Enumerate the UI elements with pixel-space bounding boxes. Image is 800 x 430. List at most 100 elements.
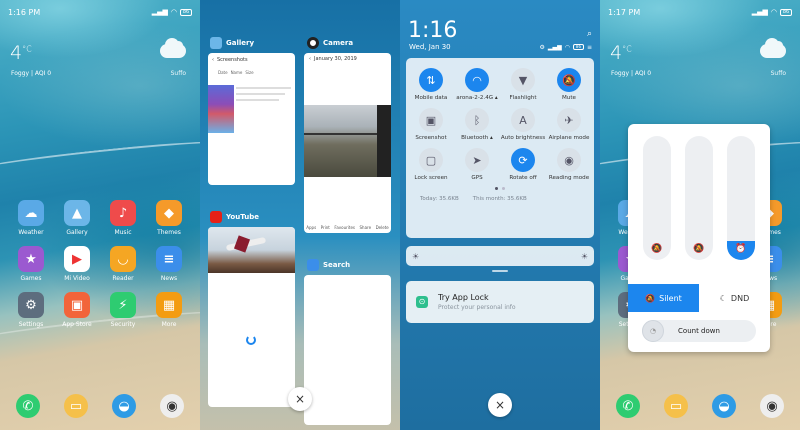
browser-icon[interactable]: ◒	[712, 394, 736, 418]
close-panel-button[interactable]: ×	[488, 393, 512, 417]
gallery-screen-title: Screenshots	[217, 57, 248, 63]
app-mi-video[interactable]: ▶ Mi Video	[54, 246, 100, 282]
photo-preview[interactable]	[304, 105, 391, 177]
clear-all-button[interactable]: ×	[288, 387, 312, 411]
gallery-sort-tab[interactable]: Size	[245, 70, 253, 75]
toggle-label: Auto brightness	[500, 135, 546, 141]
toggle-gps[interactable]: ➤ GPS	[454, 148, 500, 181]
toggle-bluetooth[interactable]: ᛒ Bluetooth ▴	[454, 108, 500, 141]
brightness-low-icon: ☀	[412, 251, 420, 261]
gallery-sort-tab[interactable]: Name	[231, 70, 243, 75]
battery-icon: 86	[780, 8, 792, 16]
app-security[interactable]: ⚡ Security	[100, 292, 146, 328]
app-store-icon: ▣	[64, 292, 90, 318]
toggle-label: Screenshot	[415, 135, 447, 141]
mi-video-icon: ▶	[64, 246, 90, 272]
gps-icon: ➤	[465, 148, 489, 172]
camera-action-tab[interactable]: Favourites	[334, 225, 355, 230]
toggle-label: GPS	[471, 175, 483, 181]
browser-icon[interactable]: ◒	[112, 394, 136, 418]
signal-icon: ▂▄▆	[751, 8, 768, 16]
search-card[interactable]	[304, 275, 391, 425]
app-gallery[interactable]: ▲ Gallery	[54, 200, 100, 236]
app-label: News	[160, 275, 178, 282]
gallery-sort-tab[interactable]: Date	[218, 70, 228, 75]
app-reader[interactable]: ◡ Reader	[100, 246, 146, 282]
app-more[interactable]: ▦ More	[146, 292, 192, 328]
home-screen-panel: 1:16 PM ▂▄▆ ◠ 86 4°C Foggy | AQI 0 Suffo ☁…	[0, 0, 200, 430]
toggle-mobile-data[interactable]: ⇅ Mobile data	[408, 68, 454, 101]
ring-volume-slider[interactable]: 🔕	[643, 136, 671, 260]
media-volume-slider[interactable]: 🔕	[685, 136, 713, 260]
camera-action-tab[interactable]: Share	[360, 225, 372, 230]
cloud-icon	[760, 38, 786, 58]
silent-button[interactable]: 🔕 Silent	[628, 284, 699, 312]
toggle-label: Lock screen	[414, 175, 448, 181]
phone-icon[interactable]: ✆	[16, 394, 40, 418]
youtube-card[interactable]	[208, 227, 295, 407]
qs-status-icons: ⚙ ▂▄▆ ◠ 86 ≡	[539, 44, 592, 51]
toggle-lock-screen[interactable]: ▢ Lock screen	[408, 148, 454, 181]
data-usage-row: Today: 35.6KB This month: 35.6KB	[406, 190, 594, 208]
toggle-label: arona-2-2.4G ▴	[456, 95, 498, 101]
toggle-auto-brightness[interactable]: A Auto brightness	[500, 108, 546, 141]
app-settings[interactable]: ⚙ Settings	[8, 292, 54, 328]
usage-month: This month: 35.6KB	[472, 196, 527, 202]
mute-icon: 🔕	[557, 68, 581, 92]
gallery-card[interactable]: ‹ Screenshots Date Name Size	[208, 53, 295, 185]
toggle-label: Flashlight	[509, 95, 537, 101]
app-music[interactable]: ♪ Music	[100, 200, 146, 236]
settings-icon: ⚙	[18, 292, 44, 318]
screenshot-thumbnail[interactable]	[208, 85, 234, 133]
video-thumbnail[interactable]	[208, 227, 295, 273]
app-weather[interactable]: ☁ Weather	[8, 200, 54, 236]
countdown-slider[interactable]: ◔ Count down	[642, 320, 756, 342]
toggle-screenshot[interactable]: ▣ Screenshot	[408, 108, 454, 141]
toggle-arona-2-2-4g[interactable]: ◠ arona-2-2.4G ▴	[454, 68, 500, 101]
volume-panel: 🔕 🔕 ⏰ 🔕 Silent ☾ DND ◔ Count down	[628, 124, 770, 352]
gallery-icon	[210, 37, 222, 49]
home-app-grid: ☁ Weather ▲ Gallery ♪ Music ◆ Themes ★ Games ▶ Mi V…	[8, 200, 192, 328]
app-label: Themes	[157, 229, 181, 236]
brightness-slider[interactable]: ☀ ☀	[406, 246, 594, 266]
app-label: Security	[110, 321, 136, 328]
app-themes[interactable]: ◆ Themes	[146, 200, 192, 236]
toggle-mute[interactable]: 🔕 Mute	[546, 68, 592, 101]
camera-card[interactable]: ‹ January 30, 2019 Apps Print Favourites Sha…	[304, 53, 391, 233]
youtube-icon	[210, 211, 222, 223]
reader-icon: ◡	[110, 246, 136, 272]
toggle-label: Rotate off	[509, 175, 537, 181]
camera-action-tab[interactable]: Print	[321, 225, 330, 230]
weather-temperature[interactable]: 4°C	[10, 42, 32, 64]
alarm-volume-slider[interactable]: ⏰	[727, 136, 755, 260]
toggle-reading-mode[interactable]: ◉ Reading mode	[546, 148, 592, 181]
flashlight-icon: ▼	[511, 68, 535, 92]
games-icon: ★	[18, 246, 44, 272]
app-lock-notification[interactable]: ⊙ Try App Lock Protect your personal inf…	[406, 281, 594, 323]
app-news[interactable]: ≡ News	[146, 246, 192, 282]
app-games[interactable]: ★ Games	[8, 246, 54, 282]
camera-action-tab[interactable]: Apps	[306, 225, 316, 230]
toggle-airplane-mode[interactable]: ✈ Airplane mode	[546, 108, 592, 141]
camera-icon	[307, 37, 319, 49]
moon-icon: ☾	[719, 293, 727, 303]
camera-icon[interactable]: ◉	[160, 394, 184, 418]
battery-icon: 86	[180, 8, 192, 16]
dnd-button[interactable]: ☾ DND	[699, 284, 770, 312]
search-icon[interactable]: ⌕	[587, 29, 592, 39]
camera-icon[interactable]: ◉	[760, 394, 784, 418]
messages-icon[interactable]: ▭	[664, 394, 688, 418]
app-label: App Store	[62, 321, 92, 328]
phone-icon[interactable]: ✆	[616, 394, 640, 418]
toggle-flashlight[interactable]: ▼ Flashlight	[500, 68, 546, 101]
status-time: 1:17 PM	[608, 7, 641, 17]
weather-temperature[interactable]: 4°C	[610, 42, 632, 64]
drag-handle[interactable]	[492, 270, 508, 272]
countdown-label: Count down	[678, 327, 720, 335]
messages-icon[interactable]: ▭	[64, 394, 88, 418]
countdown-knob[interactable]: ◔	[642, 320, 664, 342]
camera-action-tab[interactable]: Delete	[376, 225, 389, 230]
lock-screen-icon: ▢	[419, 148, 443, 172]
toggle-rotate-off[interactable]: ⟳ Rotate off	[500, 148, 546, 181]
app-app-store[interactable]: ▣ App Store	[54, 292, 100, 328]
